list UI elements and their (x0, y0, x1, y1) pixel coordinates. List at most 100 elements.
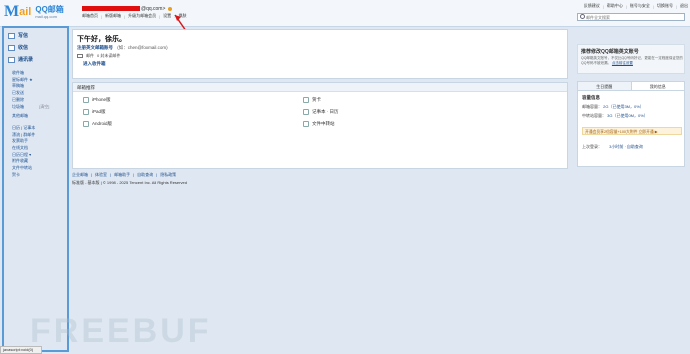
browser-status-bar: javascript:void(0) (0, 346, 42, 354)
top-link-help[interactable]: 帮助中心 (607, 3, 623, 9)
enter-inbox-link[interactable]: 进入收件箱 (83, 61, 106, 67)
logo-text: QQ邮箱 mail.qq.com (35, 5, 63, 19)
sidebar-item-cards[interactable]: 贺卡 (12, 172, 49, 179)
top-links: 反馈建议 | 帮助中心 | 账号与安全 | 切换账号 | 退出 (584, 3, 688, 9)
nav-upgrade[interactable]: 升级为邮箱会员 (128, 13, 156, 19)
contacts-label: 通讯录 (18, 57, 34, 63)
promo-title: 推荐修改QQ邮箱英文账号 (581, 49, 639, 55)
rec-card-label: 贺卡 (312, 97, 321, 102)
pen-icon (8, 32, 15, 39)
sidebar-item-inbox[interactable]: 收件箱 (12, 70, 49, 77)
header-nav: 邮箱首页 | 新版邮箱 | 升级为邮箱会员 | 设置 - 换肤 (82, 13, 186, 19)
english-account-example: (如：chen@foxmail.com) (117, 45, 168, 50)
receive-label: 收信 (18, 45, 29, 51)
nav-new-version[interactable]: 新版邮箱 (105, 13, 121, 19)
sidebar-item-docs[interactable]: 在线文档 (12, 145, 49, 152)
footer-sep: | (156, 172, 158, 177)
envelope-icon (77, 54, 83, 58)
rec-notebook[interactable]: 记事本 · 日历 (303, 109, 339, 115)
logo-name: QQ邮箱 (35, 5, 64, 14)
tab-my-info[interactable]: 我的信息 (630, 82, 684, 90)
mailbox-capacity-label: 邮箱容量： (582, 104, 602, 109)
footer-sep: | (91, 172, 93, 177)
nav-sep: | (124, 13, 126, 19)
footer-link-enterprise[interactable]: 企业邮箱 (72, 172, 88, 178)
empty-spam-link[interactable]: [清空] (39, 104, 49, 109)
promo-panel: 推荐修改QQ邮箱英文账号 QQ邮箱英文账号，不仅比QQ号码好记，更能在一定程度保… (577, 44, 685, 74)
info-tabs: 生日提醒 我的信息 (578, 82, 684, 91)
rec-notebook-label: 记事本 · 日历 (312, 109, 339, 114)
promo-desc: QQ邮箱英文账号，不仅比QQ号码好记，更能在一定程度保证您的QQ号码不被泄漏。 … (581, 56, 683, 66)
folder-icon (303, 121, 309, 127)
rec-android-label: Android版 (92, 121, 113, 126)
search-icon[interactable] (578, 13, 586, 21)
android-icon (83, 121, 89, 127)
sidebar-item-other-mailbox[interactable]: 其他邮箱 (12, 113, 49, 120)
rec-android[interactable]: Android版 (83, 121, 112, 127)
sidebar-item-calendar[interactable]: 日历 | 记事本 (12, 125, 49, 132)
last-login: 上次登录： 3小时前 · 自助查询 (582, 144, 643, 150)
greeting: 下午好，徐乐。 (77, 36, 126, 43)
top-sep: | (675, 3, 677, 9)
capacity-title: 容量信息 (582, 95, 600, 100)
last-login-value[interactable]: 3小时前 · 自助查询 (609, 144, 643, 149)
receive-button[interactable]: 收信 (8, 44, 28, 51)
email-suffix: @qq.com> (141, 5, 166, 12)
search-input[interactable] (586, 14, 676, 20)
ipad-icon (83, 109, 89, 115)
inbox-icon (8, 44, 15, 51)
sidebar-item-deleted[interactable]: 已删除 (12, 97, 49, 104)
rec-ipad-label: iPad版 (92, 109, 106, 114)
rec-transfer[interactable]: 文件中转站 (303, 121, 335, 127)
rec-card[interactable]: 贺卡 (303, 97, 321, 103)
footer-links: 企业邮箱 | 体验室 | 邮箱助手 | 自助查询 | 隐私政策 (72, 172, 176, 178)
notebook-icon (303, 109, 309, 115)
qq-mail-logo[interactable]: M ail QQ邮箱 mail.qq.com (4, 3, 64, 21)
footer-link-lab[interactable]: 体验室 (95, 172, 107, 178)
spam-label: 垃圾箱 (12, 103, 24, 109)
english-account-label: 注册英文邮箱账号 (77, 45, 113, 50)
user-email: @qq.com> (82, 5, 173, 12)
write-button[interactable]: 写信 (8, 32, 28, 39)
iphone-icon (83, 97, 89, 103)
nav-sep: | (159, 13, 161, 19)
upgrade-banner[interactable]: 开通会员享2倍容量+100大附件 立即开通 ▶ (582, 127, 682, 135)
top-link-switch[interactable]: 切换账号 (657, 3, 673, 9)
footer-link-selfcheck[interactable]: 自助查询 (137, 172, 153, 178)
search-box (577, 13, 685, 21)
info-panel: 生日提醒 我的信息 容量信息 邮箱容量： 2G（已使用3M，0%） 中转站容量：… (577, 81, 685, 167)
top-link-account[interactable]: 账号与安全 (630, 3, 650, 9)
sidebar-item-sent[interactable]: 已发送 (12, 90, 49, 97)
top-link-logout[interactable]: 退出 (680, 3, 688, 9)
welcome-panel: 下午好，徐乐。 注册英文邮箱账号 (如：chen@foxmail.com) 邮件… (72, 29, 568, 79)
freebuf-watermark: FREEBUF (30, 312, 212, 350)
redacted-email (82, 6, 140, 11)
contacts-button[interactable]: 通讯录 (8, 56, 33, 63)
footer-link-assistant[interactable]: 邮箱助手 (114, 172, 130, 178)
unread-count[interactable]: 0 封未读邮件 (97, 53, 120, 59)
sidebar-item-file-transfer[interactable]: 文件中转站 (12, 165, 49, 172)
nav-settings[interactable]: 设置 (163, 13, 171, 19)
tab-birthday[interactable]: 生日提醒 (578, 82, 631, 90)
footer-sep: | (110, 172, 112, 177)
heart-icon (303, 97, 309, 103)
footer-link-privacy[interactable]: 隐私政策 (160, 172, 176, 178)
last-login-label: 上次登录： (582, 144, 602, 149)
english-account-link[interactable]: 注册英文邮箱账号 (如：chen@foxmail.com) (77, 45, 168, 51)
sidebar: 写信 收信 通讯录 收件箱 星标邮件 ★ 草稿箱 已发送 已删除 垃圾箱 [清空… (2, 26, 69, 352)
top-sep: | (625, 3, 627, 9)
transfer-capacity-label: 中转站容量： (582, 113, 606, 118)
top-sep: | (652, 3, 654, 9)
write-label: 写信 (18, 33, 29, 39)
transfer-capacity: 中转站容量： 3G（已使用0M，0%） (582, 113, 648, 119)
sidebar-item-spam[interactable]: 垃圾箱 [清空] (12, 104, 49, 111)
promo-link[interactable]: 点击前往设置 (612, 61, 633, 65)
sidebar-folder-list: 收件箱 星标邮件 ★ 草稿箱 已发送 已删除 垃圾箱 [清空] 其他邮箱 日历 … (12, 70, 49, 179)
rec-iphone[interactable]: iPhone版 (83, 97, 111, 103)
rec-ipad[interactable]: iPad版 (83, 109, 106, 115)
transfer-capacity-value: 3G（已使用0M，0%） (607, 113, 648, 118)
contacts-icon (8, 56, 15, 63)
top-link-feedback[interactable]: 反馈建议 (584, 3, 600, 9)
mail-status: 邮件 0 封未读邮件 (77, 53, 120, 59)
nav-home[interactable]: 邮箱首页 (82, 13, 98, 19)
